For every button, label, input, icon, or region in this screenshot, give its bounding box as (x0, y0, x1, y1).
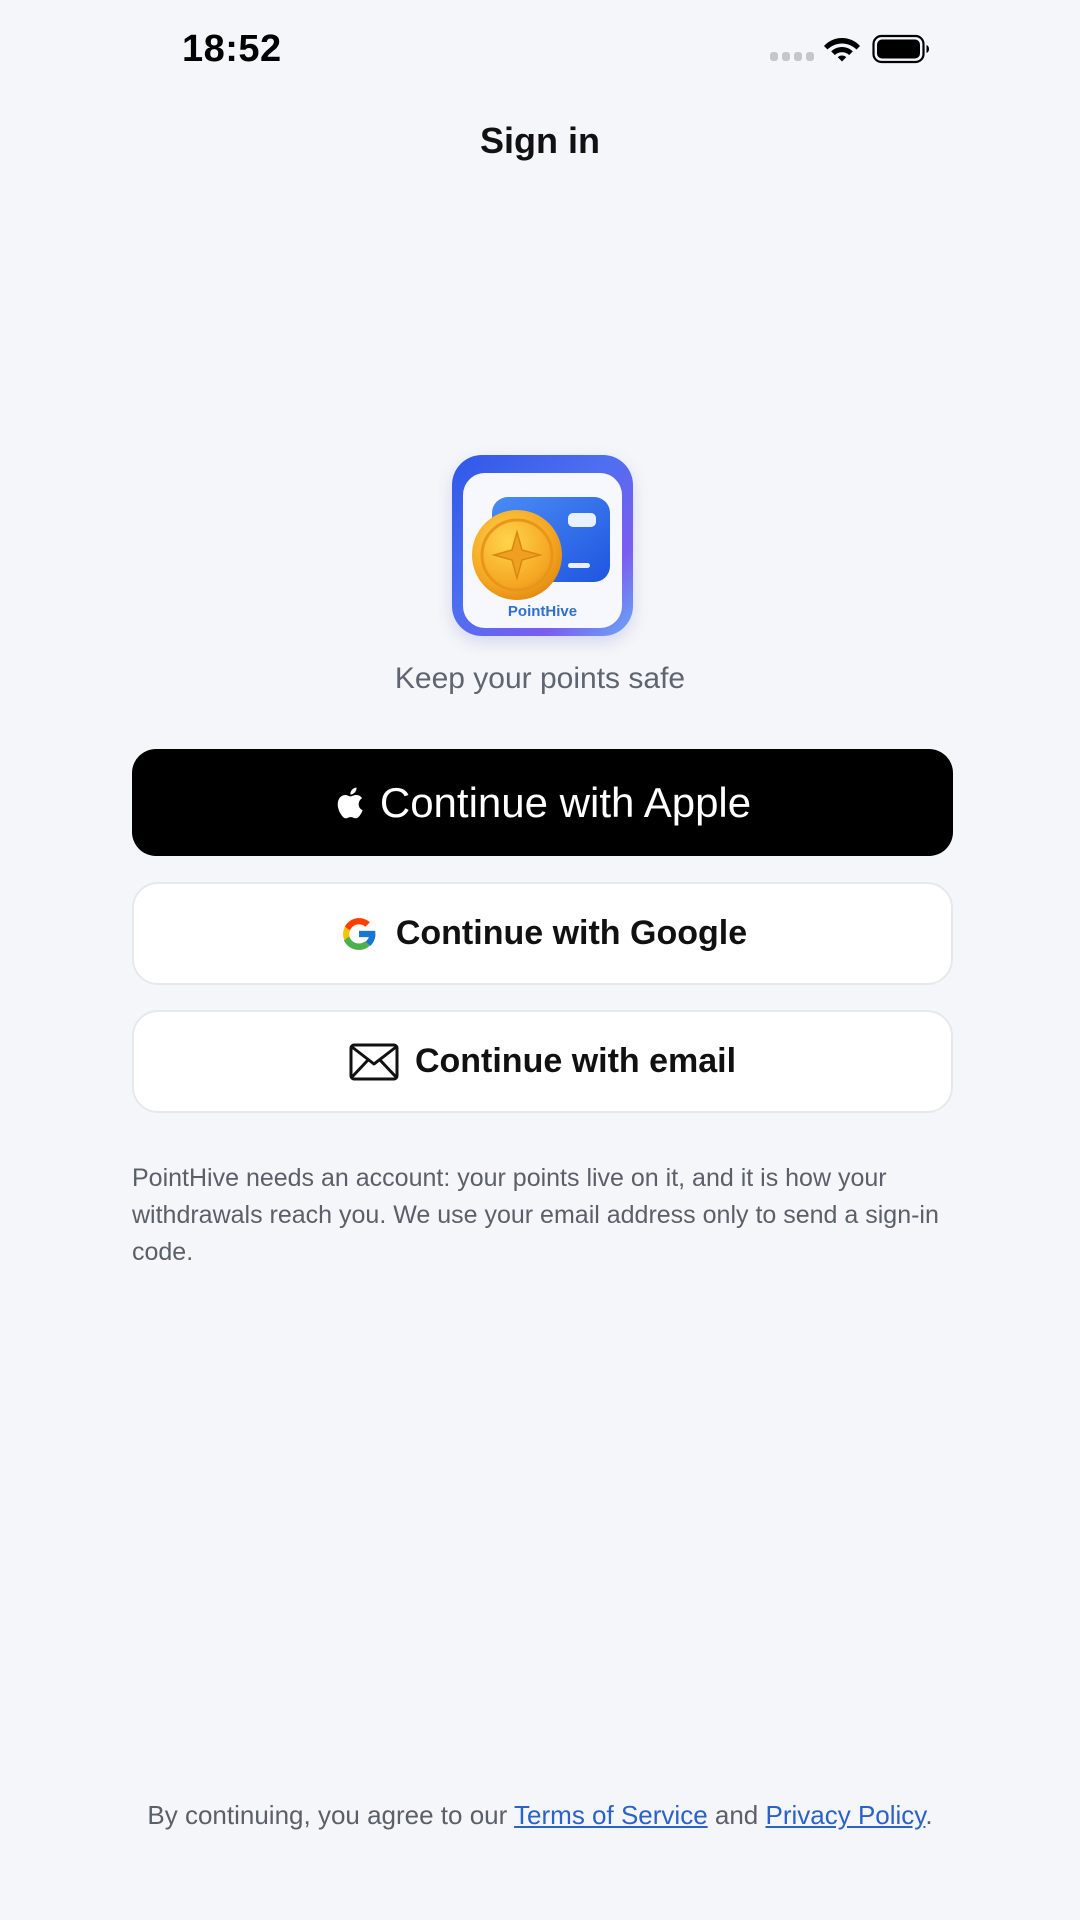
apple-icon (337, 787, 363, 818)
tagline: Keep your points safe (394, 662, 686, 695)
google-button-label: Continue with Google (395, 914, 748, 952)
battery-icon (872, 34, 929, 64)
mail-icon (349, 1043, 399, 1080)
apple-button-label: Continue with Apple (379, 778, 752, 826)
privacy-policy-link[interactable]: Privacy Policy (765, 1800, 925, 1830)
wifi-icon (824, 38, 860, 62)
status-bar: 18:52 (0, 0, 1080, 100)
continue-with-email-button[interactable]: Continue with email (132, 1010, 953, 1113)
terms-of-service-link[interactable]: Terms of Service (514, 1800, 708, 1830)
legal-middle: and (707, 1800, 766, 1830)
legal-prefix: By continuing, you agree to our (147, 1800, 515, 1830)
app-logo: PointHive (452, 455, 633, 636)
page-title: Sign in (480, 120, 600, 161)
status-time: 18:52 (182, 28, 282, 70)
continue-with-google-button[interactable]: Continue with Google (132, 882, 953, 985)
app-logo-label: PointHive (507, 603, 578, 620)
continue-with-apple-button[interactable]: Continue with Apple (132, 749, 953, 856)
google-icon (342, 917, 376, 950)
cellular-signal-icon (770, 52, 814, 61)
legal-footer: By continuing, you agree to our Terms of… (0, 1800, 1080, 1831)
legal-suffix: . (925, 1800, 933, 1830)
account-info-text: PointHive needs an account: your points … (132, 1164, 939, 1266)
email-button-label: Continue with email (414, 1042, 737, 1080)
